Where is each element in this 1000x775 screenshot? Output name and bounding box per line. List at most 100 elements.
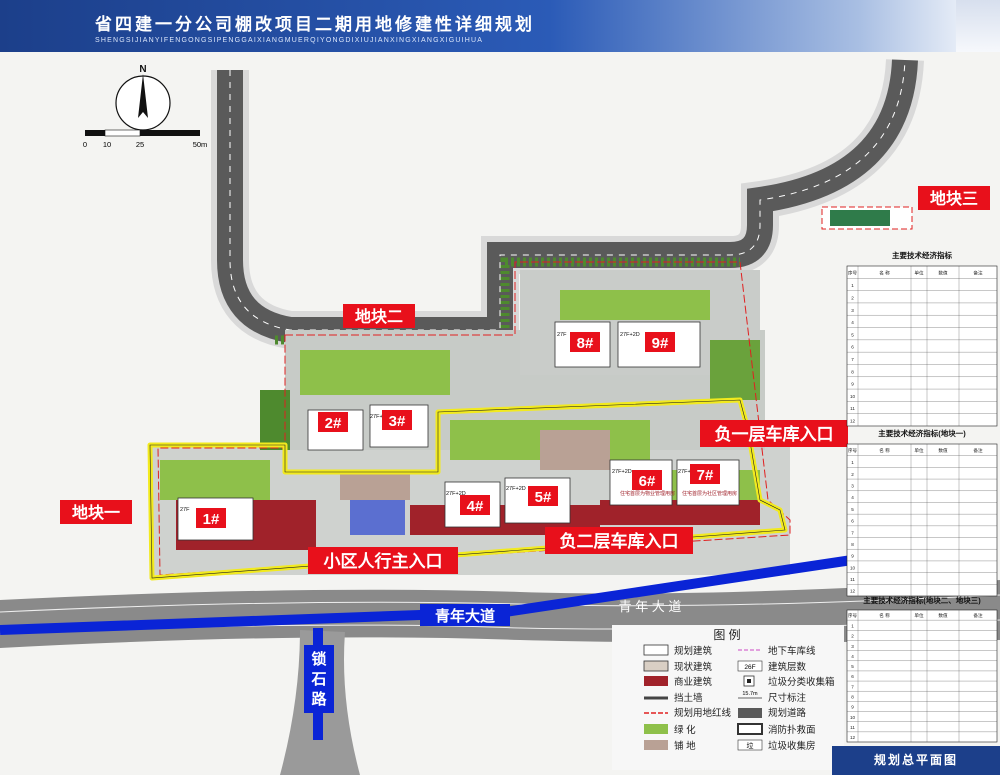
table-header-cell: 数值 bbox=[938, 270, 948, 277]
scale-tick-50: 50m bbox=[193, 140, 208, 149]
legend-label-red-line: 规划用地红线 bbox=[674, 707, 732, 719]
legend-swatch-commercial bbox=[644, 676, 668, 686]
table-header-cell: 备注 bbox=[973, 270, 983, 277]
legend-swatch-trash-room-text: 垃 bbox=[747, 741, 754, 750]
table-header-cell: 备注 bbox=[973, 612, 983, 619]
legend-label-garage-line: 地下车库线 bbox=[768, 645, 816, 657]
garage-b2-label: 负二层车库入口 bbox=[560, 531, 679, 551]
tree-cluster bbox=[260, 390, 290, 450]
table-row-number: 7 bbox=[851, 357, 854, 362]
table-row-number: 11 bbox=[850, 406, 855, 411]
index-table-3-title: 主要技术经济指标(地块二、地块三) bbox=[863, 595, 981, 605]
table-row-number: 1 bbox=[851, 460, 854, 465]
table-header-cell: 备注 bbox=[973, 447, 983, 454]
legend-swatch-fire-face bbox=[737, 723, 763, 735]
table-row-number: 2 bbox=[851, 472, 854, 477]
legend-swatch-paving bbox=[644, 740, 668, 750]
legend-label-road: 规划道路 bbox=[768, 707, 807, 719]
legend-label-existing: 现状建筑 bbox=[674, 661, 713, 673]
building-7-id: 7# bbox=[697, 467, 714, 484]
table-row-number: 3 bbox=[851, 644, 854, 649]
table-header-cell: 序号 bbox=[848, 447, 858, 454]
table-row-number: 2 bbox=[851, 634, 854, 639]
scale-segment bbox=[140, 130, 200, 136]
table-row-number: 7 bbox=[851, 684, 854, 689]
plot3-court bbox=[830, 210, 890, 226]
table-header-cell: 单位 bbox=[914, 612, 924, 619]
suoshi-road-label-char3: 路 bbox=[311, 690, 327, 708]
table-row-number: 1 bbox=[851, 283, 854, 288]
mgmt-note-2: 住宅首层为社区管理用房 bbox=[682, 490, 737, 497]
scale-tick-10: 10 bbox=[103, 140, 111, 149]
table-row-number: 12 bbox=[850, 735, 856, 740]
table-header-cell: 名 称 bbox=[879, 612, 890, 619]
plot3-label: 地块三 bbox=[930, 189, 978, 208]
legend-swatch-floors-text: 26F bbox=[744, 664, 755, 671]
green-area bbox=[560, 290, 710, 320]
green-area bbox=[160, 460, 270, 500]
table-row-number: 3 bbox=[851, 308, 854, 313]
legend-swatch-trash-box-dot bbox=[747, 679, 751, 683]
building-8-id: 8# bbox=[577, 335, 594, 352]
compass-north-label: N bbox=[139, 64, 146, 75]
tree-cluster bbox=[710, 340, 760, 400]
index-table-2-title: 主要技术经济指标(地块一) bbox=[878, 428, 966, 438]
table-row-number: 4 bbox=[851, 495, 854, 500]
plot1-label: 地块一 bbox=[72, 503, 120, 522]
building-3-id: 3# bbox=[389, 413, 406, 430]
building-6-floors: 27F+2D bbox=[612, 469, 632, 475]
table-header-cell: 数值 bbox=[938, 612, 948, 619]
table-row-number: 9 bbox=[851, 554, 854, 559]
site-plan-page: 省四建一分公司棚改项目二期用地修建性详细规划 SHENGSIJIANYIFENG… bbox=[0, 0, 1000, 775]
legend-label-floors: 建筑层数 bbox=[768, 661, 807, 673]
qingnian-road-label: 青年大道 bbox=[435, 607, 495, 625]
table-row-number: 2 bbox=[851, 295, 854, 300]
legend-label-trash-box: 垃圾分类收集箱 bbox=[768, 676, 835, 688]
ped-entrance-label: 小区人行主入口 bbox=[324, 551, 443, 571]
index-table-3-frame bbox=[846, 609, 998, 743]
table-header-cell: 数值 bbox=[938, 447, 948, 454]
table-row-number: 3 bbox=[851, 483, 854, 488]
index-table-1-frame bbox=[846, 265, 998, 427]
index-table-3: 主要技术经济指标(地块二、地块三) 序号名 称单位 数值 备注12345678910… bbox=[846, 595, 998, 743]
table-header-cell: 序号 bbox=[848, 270, 858, 277]
building-6-id: 6# bbox=[639, 473, 656, 490]
scale-segment bbox=[104, 129, 141, 137]
table-row-number: 10 bbox=[850, 715, 856, 720]
central-fountain bbox=[350, 500, 405, 535]
mgmt-note-1: 住宅首层为物业管理用房 bbox=[620, 490, 675, 497]
legend-swatch-dimension-text: 15.7m bbox=[742, 691, 758, 697]
building-9-floors: 27F+2D bbox=[620, 332, 640, 338]
table-header-cell: 名 称 bbox=[879, 270, 890, 277]
scale-tick-25: 25 bbox=[136, 140, 144, 149]
qingnian-road-label-secondary: 青 年 大 道 bbox=[619, 599, 682, 614]
building-1-id: 1# bbox=[203, 511, 220, 528]
building-5-floors: 27F+2D bbox=[506, 486, 526, 492]
table-row-number: 10 bbox=[850, 394, 856, 399]
index-table-1: 主要技术经济指标 序号名 称单位 数值 备注123456789101112 bbox=[846, 250, 998, 427]
table-row-number: 4 bbox=[851, 654, 854, 659]
legend-swatch-planned bbox=[643, 644, 669, 656]
table-row-number: 5 bbox=[851, 664, 854, 669]
index-table-2-frame bbox=[846, 443, 998, 597]
table-row-number: 10 bbox=[850, 565, 856, 570]
table-row-number: 11 bbox=[850, 725, 855, 730]
building-4-id: 4# bbox=[467, 498, 484, 515]
table-header-cell: 单位 bbox=[914, 270, 924, 277]
suoshi-road-label-char2: 石 bbox=[310, 671, 326, 688]
table-row-number: 6 bbox=[851, 345, 854, 350]
table-header-cell: 序号 bbox=[848, 612, 858, 619]
garage-b1-label: 负一层车库入口 bbox=[715, 424, 834, 444]
legend-label-green: 绿 化 bbox=[674, 724, 696, 736]
table-row-number: 9 bbox=[851, 705, 854, 710]
legend-label-commercial: 商业建筑 bbox=[674, 676, 713, 688]
table-row-number: 6 bbox=[851, 674, 854, 679]
green-area bbox=[300, 350, 450, 395]
scale-segment bbox=[85, 130, 105, 136]
table-row-number: 8 bbox=[851, 542, 854, 547]
plot2-label: 地块二 bbox=[355, 307, 403, 326]
table-header-cell: 名 称 bbox=[879, 447, 890, 454]
table-row-number: 12 bbox=[850, 589, 856, 594]
table-header-cell: 单位 bbox=[914, 447, 924, 454]
legend-label-trash-room: 垃圾收集房 bbox=[768, 740, 816, 752]
